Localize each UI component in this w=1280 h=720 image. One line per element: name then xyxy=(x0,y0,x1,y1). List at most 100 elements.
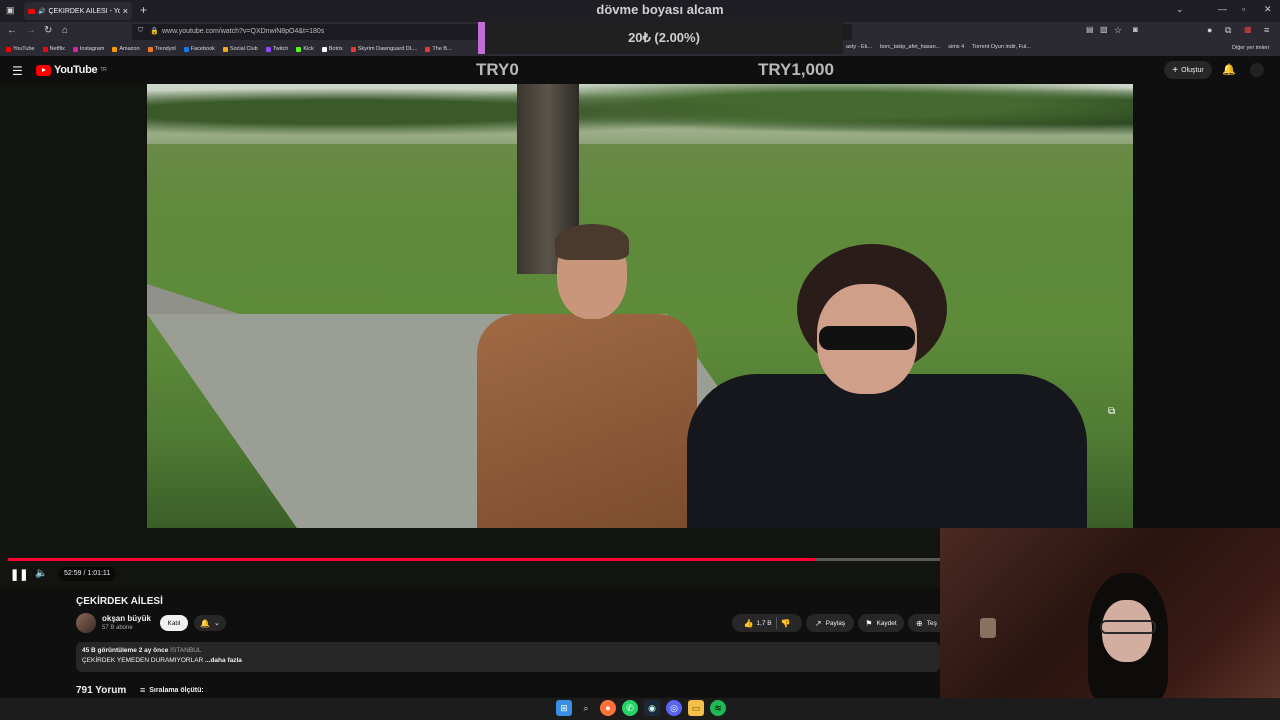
video-title: ÇEKİRDEK AİLESİ xyxy=(76,596,163,607)
location-tag[interactable]: İSTANBUL xyxy=(170,647,201,654)
video-background-trees xyxy=(147,84,1133,154)
hamburger-menu-icon[interactable]: ☰ xyxy=(12,64,23,78)
back-icon[interactable]: ← xyxy=(7,25,17,36)
thumbs-down-icon: 👎 xyxy=(780,618,791,628)
description-text: ÇEKİRDEK YEMEDEN DURAMIYORLAR ...daha fa… xyxy=(82,657,242,664)
progress-bar[interactable] xyxy=(8,558,940,561)
channel-name[interactable]: okşan büyük xyxy=(102,614,151,623)
video-frame[interactable] xyxy=(147,84,1133,528)
save-label: Kaydet xyxy=(876,619,897,627)
bookmark-star-icon[interactable]: ☆ xyxy=(1114,25,1122,36)
account-avatar[interactable] xyxy=(1250,63,1264,77)
firefox-icon[interactable]: ● xyxy=(600,700,616,716)
youtube-logo-text: YouTube xyxy=(54,64,98,76)
tab-overflow-icon[interactable]: ⌄ xyxy=(1176,4,1184,15)
like-button[interactable]: 👍 1,7 B xyxy=(743,619,771,628)
reader-view-icon[interactable]: ▤ xyxy=(1086,25,1094,34)
channel-avatar[interactable] xyxy=(76,613,96,633)
thanks-icon: ⊕ xyxy=(916,618,923,628)
steam-icon[interactable]: ◉ xyxy=(644,700,660,716)
bookmark-favicon-icon xyxy=(42,46,48,52)
youtube-play-logo-icon xyxy=(36,64,51,76)
bookmark-netflix[interactable]: Netflix xyxy=(42,46,65,52)
forward-icon[interactable]: → xyxy=(26,25,36,36)
youtube-header xyxy=(0,56,1280,84)
volume-icon[interactable]: 🔈 xyxy=(35,568,47,579)
extension-badge-icon[interactable]: ▦ xyxy=(1244,25,1252,34)
bookmark-asty[interactable]: asty - Ek... xyxy=(846,44,872,50)
youtube-logo[interactable]: YouTube TR xyxy=(36,64,107,76)
dislike-button[interactable]: 👎 xyxy=(781,619,791,628)
join-button[interactable]: Katıl xyxy=(160,615,188,631)
file-explorer-icon[interactable]: ▭ xyxy=(688,700,704,716)
whatsapp-icon[interactable]: ✆ xyxy=(622,700,638,716)
donation-amount: 20₺ (2.00%) xyxy=(628,30,700,45)
browser-menu-icon[interactable]: ≡ xyxy=(1264,25,1269,35)
share-label: Paylaş xyxy=(825,619,846,627)
bookmark-sims-4[interactable]: sims 4 xyxy=(948,44,964,50)
picture-in-picture-icon[interactable]: ⧉ xyxy=(1108,406,1115,417)
like-count: 1,7 B xyxy=(756,619,772,627)
sort-icon: ≡ xyxy=(140,685,146,695)
webcam-streamer-glasses xyxy=(1100,620,1156,634)
tab-list-icon[interactable]: ▣ xyxy=(6,5,15,16)
bookmark-favicon-icon xyxy=(425,46,431,52)
bookmark-instagram[interactable]: Instagram xyxy=(72,46,104,52)
windows-start-icon[interactable]: ⊞ xyxy=(556,700,572,716)
search-icon[interactable]: ⌕ xyxy=(578,700,594,716)
speaker-icon[interactable]: 🔊 xyxy=(38,8,45,15)
bookmark-trendyol[interactable]: Trendyol xyxy=(147,46,176,52)
donation-message: dövme boyası alcam xyxy=(596,2,724,17)
bookmark-twitch[interactable]: Twitch xyxy=(265,46,288,52)
bookmark-botrix[interactable]: Botrix xyxy=(321,46,343,52)
maximize-button[interactable]: ▫ xyxy=(1242,4,1245,14)
shield-icon[interactable]: ⛉ xyxy=(138,27,143,35)
home-icon[interactable]: ⌂ xyxy=(62,25,68,36)
screenshot-icon[interactable]: ◙ xyxy=(1133,25,1138,34)
show-more-link[interactable]: ...daha fazla xyxy=(205,657,242,664)
bookmark-social-club[interactable]: Social Club xyxy=(222,46,258,52)
bookmark-kick[interactable]: Kick xyxy=(296,46,314,52)
webcam-mug xyxy=(980,618,996,638)
other-bookmarks[interactable]: Diğer yer imleri xyxy=(1232,45,1269,51)
bookmark-borc-takip[interactable]: borc_takip_afet_hasan... xyxy=(880,44,940,50)
donation-accent-bar xyxy=(478,22,485,54)
pip-toolbar-icon[interactable]: ▧ xyxy=(1100,25,1108,34)
url-text: www.youtube.com/watch?v=QXDnwiN8pO4&t=18… xyxy=(162,28,325,35)
spotify-icon[interactable]: ≋ xyxy=(710,700,726,716)
bookmark-favicon-icon xyxy=(350,46,356,52)
share-button[interactable]: ↗ Paylaş xyxy=(806,614,854,632)
bookmark-skyrim[interactable]: Skyrim Dawnguard DL... xyxy=(350,46,417,52)
taskbar-icons: ⊞ ⌕ ● ✆ ◉ ◎ ▭ ≋ xyxy=(556,700,726,716)
chevron-down-icon: ⌄ xyxy=(214,620,220,627)
bookmark-facebook[interactable]: Facebook xyxy=(183,46,215,52)
save-button[interactable]: ⚑ Kaydet xyxy=(858,614,904,632)
divider xyxy=(775,617,777,629)
thumbs-up-icon: 👍 xyxy=(743,618,754,628)
discord-icon[interactable]: ◎ xyxy=(666,700,682,716)
notifications-bell-icon[interactable]: 🔔 xyxy=(1222,63,1236,76)
browser-tab[interactable]: 🔊 ÇEKİRDEK AİLESİ - YouTube × xyxy=(24,2,132,20)
plus-icon: + xyxy=(1172,64,1179,76)
tab-title: ÇEKİRDEK AİLESİ - YouTube xyxy=(48,7,120,15)
bookmark-amazon[interactable]: Amazon xyxy=(112,46,140,52)
video-person-woman xyxy=(687,244,1087,528)
pause-icon[interactable]: ❚❚ xyxy=(10,568,28,581)
bookmark-torrent[interactable]: Torrent Oyun indir, Ful... xyxy=(972,44,1031,50)
tab-close-button[interactable]: × xyxy=(123,6,128,16)
time-display: 52:59 / 1:01:11 xyxy=(58,567,117,581)
create-button[interactable]: + Oluştur xyxy=(1164,61,1212,79)
bookmark-favicon-icon xyxy=(222,46,228,52)
sort-comments-button[interactable]: ≡ Sıralama ölçütü: xyxy=(140,685,204,695)
subscription-bell-button[interactable]: 🔔 ⌄ xyxy=(194,615,226,631)
bookmark-the-b[interactable]: The B... xyxy=(425,46,452,52)
reload-icon[interactable]: ↻ xyxy=(44,25,52,36)
lock-icon[interactable]: 🔒 xyxy=(150,27,159,35)
bookmark-favicon-icon xyxy=(147,46,153,52)
new-tab-button[interactable]: + xyxy=(140,3,147,17)
minimize-button[interactable]: — xyxy=(1218,4,1227,14)
extensions-icon[interactable]: ⧉ xyxy=(1225,25,1231,36)
close-window-button[interactable]: ✕ xyxy=(1264,4,1272,15)
account-icon[interactable]: ● xyxy=(1207,25,1212,35)
bookmark-youtube[interactable]: YouTube xyxy=(6,46,35,52)
